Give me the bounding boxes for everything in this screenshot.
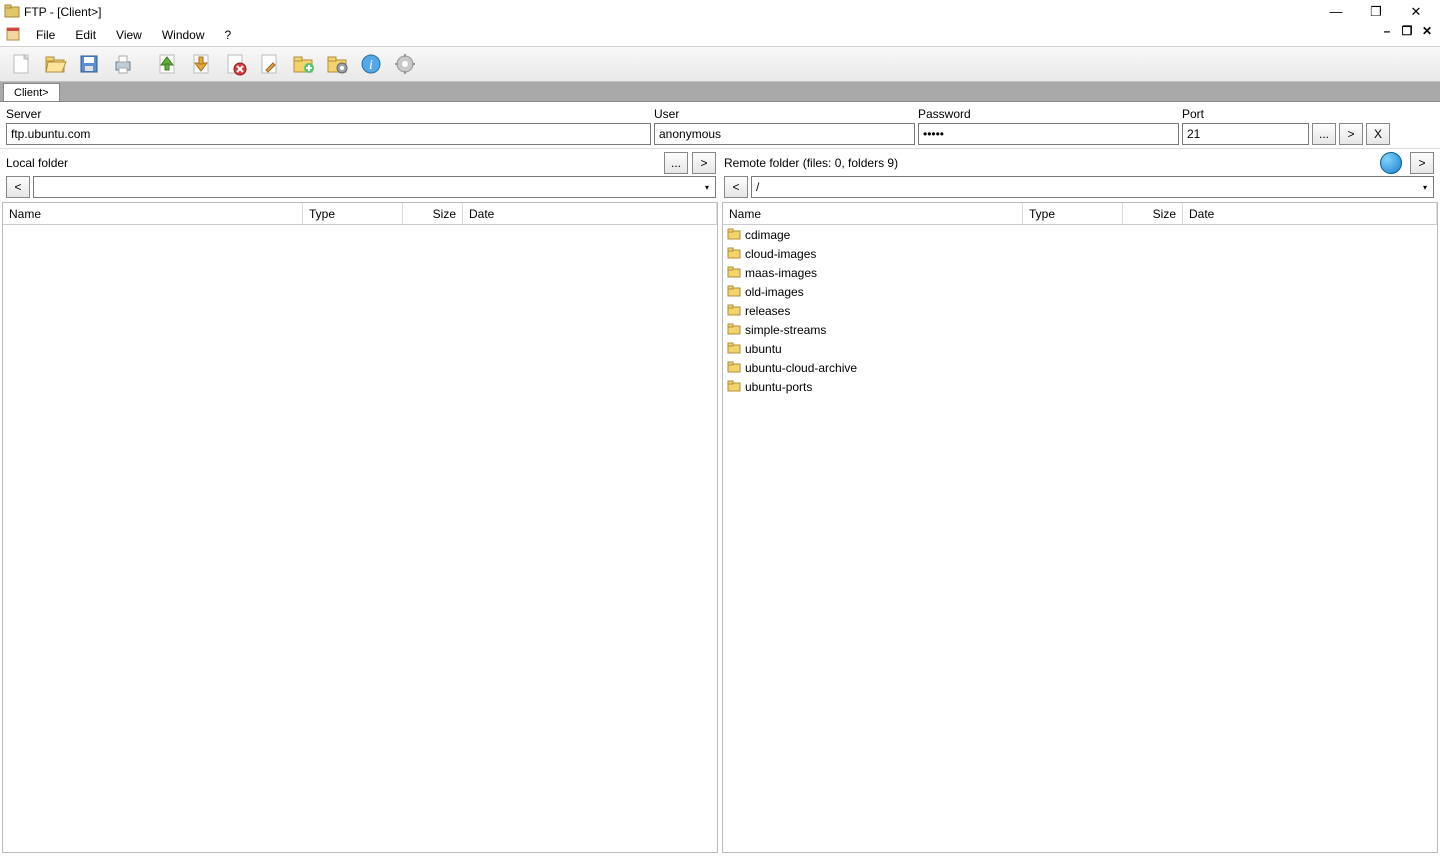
menubar: File Edit View Window ? – ❐ ✕ [0,24,1440,46]
list-item[interactable]: releases [723,301,1437,320]
folder-icon [727,378,741,395]
list-item[interactable]: ubuntu [723,339,1437,358]
new-folder-icon[interactable] [288,49,318,79]
upload-icon[interactable] [152,49,182,79]
local-back-button[interactable]: < [6,176,30,198]
col-date[interactable]: Date [463,203,717,224]
list-item[interactable]: cdimage [723,225,1437,244]
col-name[interactable]: Name [723,203,1023,224]
window-title: FTP - [Client>] [24,5,101,19]
col-type[interactable]: Type [1023,203,1123,224]
download-icon[interactable] [186,49,216,79]
user-input[interactable] [654,123,915,145]
svg-text:i: i [369,58,373,73]
server-input[interactable] [6,123,651,145]
connection-connect-button[interactable]: > [1339,123,1363,145]
menu-view[interactable]: View [106,26,152,44]
folder-icon [727,321,741,338]
delete-icon[interactable] [220,49,250,79]
list-item[interactable]: ubuntu-cloud-archive [723,358,1437,377]
port-input[interactable] [1182,123,1309,145]
menu-edit[interactable]: Edit [65,26,106,44]
toolbar: i [0,46,1440,82]
chevron-down-icon[interactable]: ▾ [1417,177,1433,197]
menu-file[interactable]: File [26,26,65,44]
user-label: User [654,107,918,121]
file-name: cloud-images [745,247,816,261]
col-size[interactable]: Size [1123,203,1183,224]
folder-icon [727,302,741,319]
local-folder-label: Local folder [6,156,660,170]
chevron-down-icon[interactable]: ▾ [699,177,715,197]
port-label: Port [1182,107,1312,121]
local-file-list[interactable] [3,225,717,852]
form-icon [6,27,20,44]
file-name: maas-images [745,266,817,280]
edit-file-icon[interactable] [254,49,284,79]
window-close-button[interactable]: ✕ [1396,0,1436,24]
file-name: ubuntu-ports [745,380,812,394]
save-icon[interactable] [74,49,104,79]
window-minimize-button[interactable]: — [1316,0,1356,24]
local-path-input[interactable] [34,177,699,197]
file-name: old-images [745,285,804,299]
col-size[interactable]: Size [403,203,463,224]
password-label: Password [918,107,1182,121]
connection-disconnect-button[interactable]: X [1366,123,1390,145]
window-maximize-button[interactable]: ❐ [1356,0,1396,24]
local-go-button[interactable]: > [692,152,716,174]
mdi-maximize-button[interactable]: ❐ [1398,24,1416,38]
titlebar: FTP - [Client>] — ❐ ✕ [0,0,1440,24]
local-path-dropdown[interactable]: ▾ [33,176,716,198]
remote-go-button[interactable]: > [1410,152,1434,174]
open-folder-icon[interactable] [40,49,70,79]
server-label: Server [6,107,654,121]
folder-icon [727,359,741,376]
print-icon[interactable] [108,49,138,79]
new-file-icon[interactable] [6,49,36,79]
info-icon[interactable]: i [356,49,386,79]
col-date[interactable]: Date [1183,203,1437,224]
settings-icon[interactable] [390,49,420,79]
file-name: ubuntu-cloud-archive [745,361,857,375]
mdi-close-button[interactable]: ✕ [1418,24,1436,38]
list-item[interactable]: cloud-images [723,244,1437,263]
remote-file-list[interactable]: cdimage cloud-images maas-images old-images… [723,225,1437,852]
remote-file-pane: Name Type Size Date cdimage cloud-images m… [722,202,1438,853]
remote-path-dropdown[interactable]: ▾ [751,176,1434,198]
local-browse-button[interactable]: ... [664,152,688,174]
folder-icon [727,264,741,281]
mdi-minimize-button[interactable]: – [1378,24,1396,38]
col-type[interactable]: Type [303,203,403,224]
globe-icon [1380,152,1402,174]
folder-icon [727,245,741,262]
list-item[interactable]: maas-images [723,263,1437,282]
remote-folder-label: Remote folder (files: 0, folders 9) [724,156,1376,170]
col-name[interactable]: Name [3,203,303,224]
password-input[interactable] [918,123,1179,145]
folder-settings-icon[interactable] [322,49,352,79]
remote-path-input[interactable] [752,177,1417,197]
app-icon [4,3,20,22]
local-file-pane: Name Type Size Date [2,202,718,853]
folder-icon [727,226,741,243]
menu-help[interactable]: ? [215,26,242,44]
list-item[interactable]: old-images [723,282,1437,301]
file-name: cdimage [745,228,790,242]
file-name: ubuntu [745,342,782,356]
connection-bar: Server User Password Port ... > X [0,102,1440,149]
list-item[interactable]: ubuntu-ports [723,377,1437,396]
folder-icon [727,283,741,300]
tab-client[interactable]: Client> [3,83,60,101]
remote-back-button[interactable]: < [724,176,748,198]
list-item[interactable]: simple-streams [723,320,1437,339]
folder-bar: Local folder ... > < ▾ Remote folder (fi… [0,149,1440,200]
tabstrip: Client> [0,82,1440,102]
folder-icon [727,340,741,357]
menu-window[interactable]: Window [152,26,215,44]
file-name: simple-streams [745,323,826,337]
file-name: releases [745,304,790,318]
connection-browse-button[interactable]: ... [1312,123,1336,145]
